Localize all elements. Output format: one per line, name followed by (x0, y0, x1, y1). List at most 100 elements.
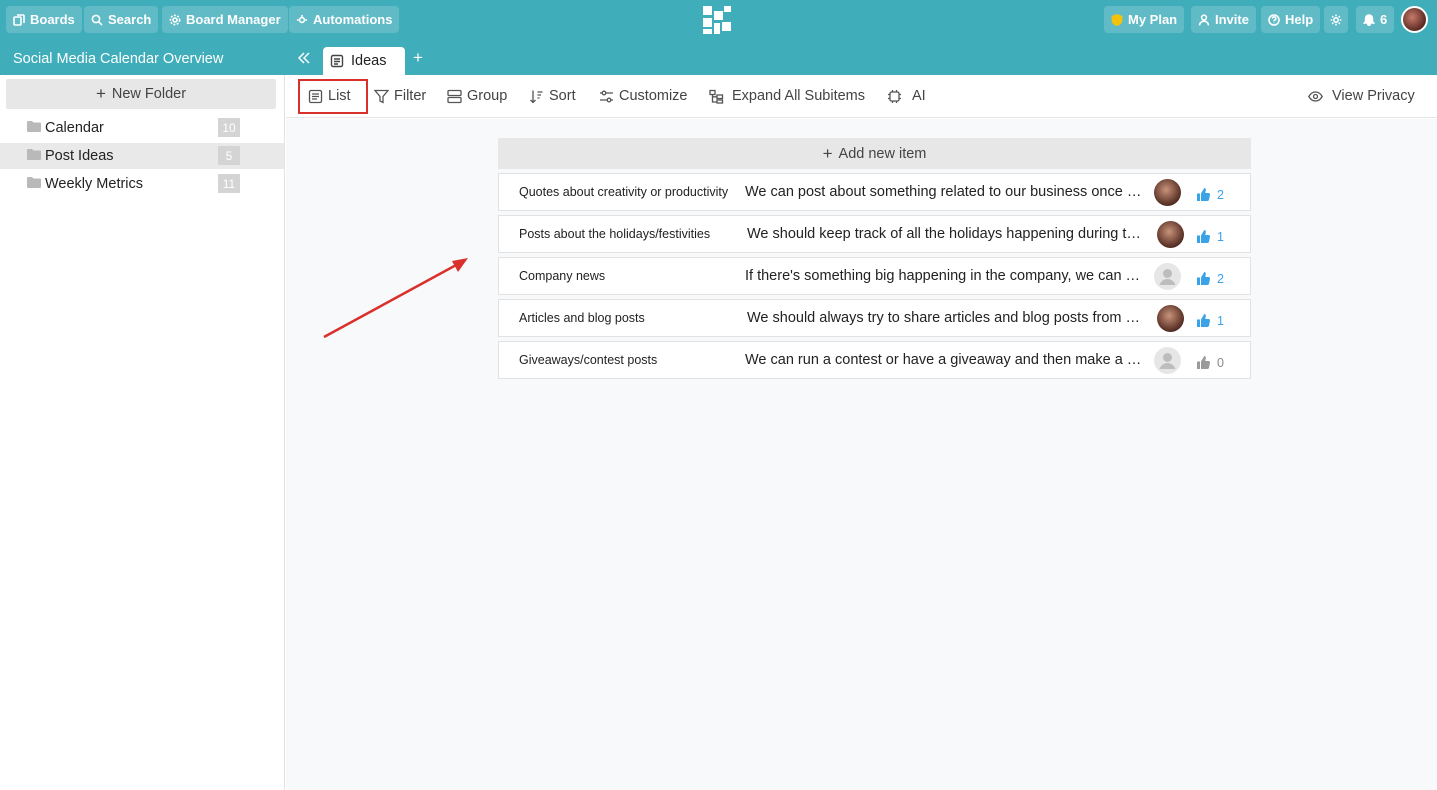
assignee-avatar[interactable] (1157, 221, 1184, 248)
board-manager-label: Board Manager (186, 12, 281, 27)
invite-label: Invite (1215, 12, 1249, 27)
group-icon (447, 89, 462, 103)
list-item[interactable]: Company news If there's something big ha… (498, 257, 1251, 295)
board-title: Social Media Calendar Overview (13, 51, 224, 67)
group-button[interactable]: Group (447, 88, 507, 104)
notifications-count: 6 (1380, 12, 1388, 27)
assignee-avatar[interactable] (1154, 179, 1181, 206)
like-count: 2 (1217, 187, 1224, 202)
ai-button[interactable]: AI (887, 88, 926, 104)
folder-icon (27, 177, 41, 188)
add-tab-button[interactable]: + (413, 49, 423, 66)
sidebar-item-calendar[interactable]: Calendar 10 (0, 115, 284, 141)
default-avatar-icon (1159, 269, 1176, 285)
automations-label: Automations (313, 12, 393, 27)
sidebar-item-post-ideas[interactable]: Post Ideas 5 (0, 143, 284, 169)
view-privacy-label: View Privacy (1332, 88, 1415, 104)
list-item[interactable]: Giveaways/contest posts We can run a con… (498, 341, 1251, 379)
like-button[interactable]: 1 (1196, 313, 1224, 328)
thumbs-up-icon (1197, 272, 1211, 286)
eye-icon (1308, 90, 1323, 102)
tab-label: Ideas (351, 53, 387, 69)
my-plan-label: My Plan (1128, 12, 1178, 27)
ai-chip-icon (888, 89, 901, 103)
help-icon (1268, 13, 1280, 26)
list-item[interactable]: Articles and blog posts We should always… (498, 299, 1251, 337)
new-folder-button[interactable]: + New Folder (6, 79, 276, 109)
customize-button[interactable]: Customize (599, 88, 688, 104)
help-button[interactable]: Help (1261, 6, 1321, 33)
user-avatar[interactable] (1401, 6, 1428, 33)
folder-label: Post Ideas (45, 148, 114, 164)
notifications-button[interactable]: 6 (1356, 6, 1395, 33)
search-label: Search (108, 12, 152, 27)
assignee-avatar[interactable] (1154, 347, 1181, 374)
automations-button[interactable]: Automations (289, 6, 400, 33)
help-label: Help (1285, 12, 1314, 27)
item-description: We should always try to share articles a… (747, 310, 1147, 326)
sliders-icon (600, 90, 613, 102)
ai-label: AI (912, 88, 926, 104)
like-button[interactable]: 1 (1196, 229, 1224, 244)
filter-icon (374, 89, 389, 104)
item-title: Posts about the holidays/festivities (519, 227, 711, 241)
add-new-item-button[interactable]: + Add new item (498, 138, 1251, 169)
expand-subitems-button[interactable]: Expand All Subitems (709, 88, 865, 104)
collapse-sidebar-icon[interactable] (296, 50, 312, 66)
logo (703, 6, 731, 34)
thumbs-up-icon (1197, 188, 1211, 202)
boards-icon (13, 13, 25, 26)
thumbs-up-icon (1197, 230, 1211, 244)
filter-button[interactable]: Filter (374, 88, 426, 104)
view-toolbar: List Filter Group Sort Customize Expand … (286, 75, 1437, 118)
invite-button[interactable]: Invite (1191, 6, 1256, 33)
gear-icon (169, 14, 181, 25)
top-bar: Boards Search Board Manager Automations … (0, 0, 1437, 41)
like-button[interactable]: 2 (1196, 271, 1224, 286)
sun-icon (1330, 14, 1342, 25)
search-icon (91, 14, 103, 26)
group-label: Group (467, 88, 508, 104)
sort-label: Sort (549, 88, 576, 104)
item-description: We can post about something related to o… (745, 184, 1145, 200)
tab-ideas[interactable]: Ideas (323, 47, 405, 75)
sidebar: + New Folder Calendar 10 Post Ideas 5 We… (0, 75, 285, 790)
sort-button[interactable]: Sort (529, 88, 576, 104)
folder-count: 5 (218, 146, 240, 165)
view-privacy-button[interactable]: View Privacy (1308, 88, 1415, 104)
sort-icon (530, 90, 543, 103)
folder-icon (27, 121, 41, 132)
expand-label: Expand All Subitems (732, 88, 865, 104)
automations-icon (297, 14, 307, 23)
item-title: Giveaways/contest posts (519, 353, 658, 367)
theme-toggle-button[interactable] (1324, 6, 1348, 33)
list-item[interactable]: Quotes about creativity or productivity … (498, 173, 1251, 211)
board-header: Social Media Calendar Overview Ideas + (0, 41, 1437, 75)
new-folder-label: New Folder (111, 86, 187, 102)
filter-label: Filter (394, 88, 427, 104)
plus-icon: + (95, 84, 106, 103)
customize-label: Customize (619, 88, 688, 104)
thumbs-up-icon (1197, 314, 1211, 328)
like-button[interactable]: 2 (1196, 187, 1224, 202)
list-item[interactable]: Posts about the holidays/festivities We … (498, 215, 1251, 253)
board-manager-button[interactable]: Board Manager (162, 6, 288, 33)
search-button[interactable]: Search (84, 6, 159, 33)
list-view-icon (330, 54, 344, 68)
thumbs-up-icon (1197, 356, 1211, 370)
assignee-avatar[interactable] (1157, 305, 1184, 332)
user-icon (1198, 13, 1210, 25)
subitems-icon (709, 89, 724, 104)
bell-icon (1363, 13, 1375, 26)
boards-button[interactable]: Boards (6, 6, 82, 33)
item-description: If there's something big happening in th… (745, 268, 1145, 284)
default-avatar-icon (1159, 353, 1176, 369)
add-item-label: Add new item (838, 145, 927, 162)
assignee-avatar[interactable] (1154, 263, 1181, 290)
like-button[interactable]: 0 (1196, 355, 1224, 370)
list-highlight-annotation (298, 79, 368, 114)
sidebar-item-weekly-metrics[interactable]: Weekly Metrics 11 (0, 171, 284, 197)
my-plan-button[interactable]: My Plan (1104, 6, 1185, 33)
boards-label: Boards (30, 12, 75, 27)
item-title: Company news (519, 269, 606, 283)
